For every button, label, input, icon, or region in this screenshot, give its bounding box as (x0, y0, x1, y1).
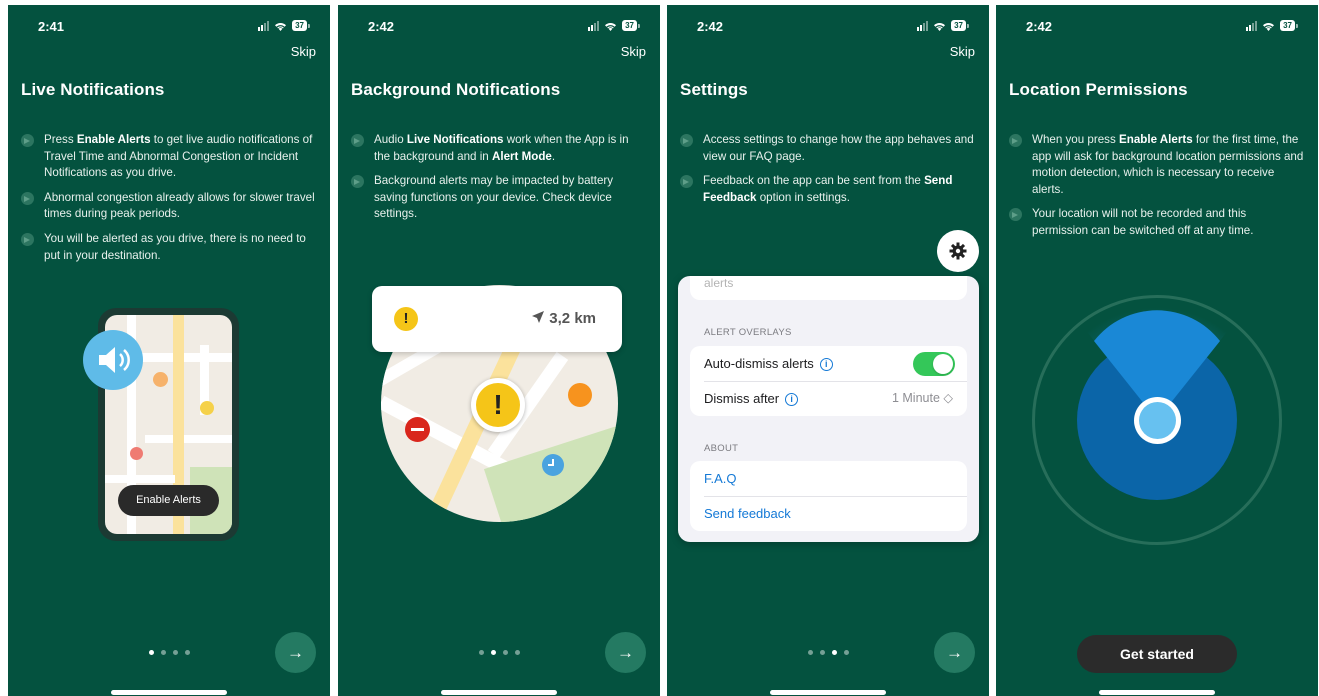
auto-dismiss-label: Auto-dismiss alerts (704, 356, 814, 371)
status-time: 2:42 (697, 19, 724, 34)
section-header-alert-overlays: ALERT OVERLAYS (704, 327, 792, 338)
list-item: Audio Live Notifications work when the A… (351, 132, 646, 165)
incident-warning-icon: ! (471, 378, 525, 432)
list-item: Feedback on the app can be sent from the… (680, 173, 975, 206)
speaker-icon (83, 330, 143, 390)
gear-icon (937, 230, 979, 272)
arrow-bullet-icon (21, 191, 34, 205)
status-time: 2:42 (1026, 19, 1053, 34)
cellular-signal-icon (917, 20, 929, 31)
roadwork-icon (568, 383, 592, 407)
next-button[interactable]: → (605, 632, 646, 673)
send-feedback-link[interactable]: Send feedback (690, 496, 967, 531)
list-item: Access settings to change how the app be… (680, 132, 975, 165)
home-indicator (111, 690, 227, 695)
dismiss-after-row[interactable]: Dismiss after i 1 Minute ◇ (690, 381, 967, 416)
list-item: Your location will not be recorded and t… (1009, 206, 1304, 239)
settings-preview: alerts ALERT OVERLAYS Auto-dismiss alert… (678, 276, 979, 542)
notification-card: ! 3,2 km (372, 286, 622, 352)
battery-icon: 37 (1280, 20, 1298, 31)
get-started-button[interactable]: Get started (1077, 635, 1237, 673)
bullet-list: When you press Enable Alerts for the fir… (1009, 132, 1304, 248)
section-header-about: ABOUT (704, 443, 739, 454)
list-item: You will be alerted as you drive, there … (21, 231, 316, 264)
location-dot-icon (1134, 397, 1181, 444)
skip-button[interactable]: Skip (950, 44, 975, 59)
arrow-bullet-icon (351, 134, 364, 147)
next-button[interactable]: → (934, 632, 975, 673)
list-item: Background alerts may be impacted by bat… (351, 173, 646, 223)
navigation-arrow-icon (532, 311, 545, 323)
battery-icon: 37 (292, 20, 310, 31)
dismiss-after-value[interactable]: 1 Minute ◇ (892, 381, 953, 416)
list-item: When you press Enable Alerts for the fir… (1009, 132, 1304, 198)
arrow-right-icon: → (946, 642, 963, 662)
arrow-right-icon: → (617, 642, 634, 662)
cellular-signal-icon (1246, 20, 1258, 31)
info-icon[interactable]: i (819, 358, 833, 372)
arrow-bullet-icon (21, 232, 34, 246)
onboarding-screen-location-permissions: 2:42 37 Location Permissions When you pr… (996, 5, 1318, 696)
battery-icon: 37 (622, 20, 640, 31)
warning-icon: ! (394, 307, 418, 331)
skip-button[interactable]: Skip (291, 44, 316, 59)
status-bar: 2:42 37 (667, 19, 989, 35)
status-bar: 2:42 37 (338, 19, 660, 35)
bullet-list: Press Enable Alerts to get live audio no… (21, 132, 316, 272)
list-item: Press Enable Alerts to get live audio no… (21, 132, 316, 182)
cellular-signal-icon (258, 20, 270, 31)
arrow-bullet-icon (680, 175, 693, 189)
clock-icon (542, 454, 564, 476)
status-bar: 2:42 37 (996, 19, 1318, 35)
arrow-bullet-icon (680, 134, 693, 147)
settings-item-alerts: alerts (690, 276, 967, 300)
arrow-bullet-icon (21, 134, 34, 147)
alert-overlays-group: Auto-dismiss alerts i Dismiss after i 1 Mi… (690, 346, 967, 416)
next-button[interactable]: → (275, 632, 316, 673)
status-bar: 2:41 37 (8, 19, 330, 35)
page-title: Live Notifications (21, 80, 165, 99)
arrow-bullet-icon (351, 175, 364, 189)
skip-button[interactable]: Skip (621, 44, 646, 59)
home-indicator (1099, 690, 1215, 695)
onboarding-screen-settings: 2:42 37 Skip Settings Access settings to… (667, 5, 989, 696)
bullet-list: Audio Live Notifications work when the A… (351, 132, 646, 231)
arrow-bullet-icon (1009, 134, 1022, 147)
status-time: 2:41 (38, 19, 65, 34)
dismiss-after-label: Dismiss after (704, 391, 780, 406)
page-title: Location Permissions (1009, 80, 1188, 99)
page-title: Settings (680, 80, 748, 99)
wifi-icon (1263, 22, 1275, 31)
auto-dismiss-toggle[interactable] (913, 352, 955, 376)
battery-icon: 37 (951, 20, 969, 31)
wifi-icon (275, 22, 287, 31)
page-title: Background Notifications (351, 80, 561, 99)
wifi-icon (934, 22, 946, 31)
onboarding-screen-live-notifications: 2:41 37 Skip Live Notifications Press En… (8, 5, 330, 696)
wifi-icon (605, 22, 617, 31)
enable-alerts-illustration-button: Enable Alerts (118, 485, 219, 516)
auto-dismiss-row: Auto-dismiss alerts i (690, 346, 967, 381)
onboarding-screen-background-notifications: 2:42 37 Skip Background Notifications Au… (338, 5, 660, 696)
arrow-bullet-icon (1009, 208, 1022, 222)
arrow-right-icon: → (287, 642, 304, 662)
home-indicator (441, 690, 557, 695)
bullet-list: Access settings to change how the app be… (680, 132, 975, 214)
home-indicator (770, 690, 886, 695)
distance-label: 3,2 km (531, 310, 596, 327)
cellular-signal-icon (588, 20, 600, 31)
no-entry-icon (405, 417, 430, 442)
list-item: Abnormal congestion already allows for s… (21, 190, 316, 223)
faq-link[interactable]: F.A.Q (690, 461, 967, 496)
status-time: 2:42 (368, 19, 395, 34)
info-icon[interactable]: i (785, 393, 799, 407)
about-group: F.A.Q Send feedback (690, 461, 967, 531)
